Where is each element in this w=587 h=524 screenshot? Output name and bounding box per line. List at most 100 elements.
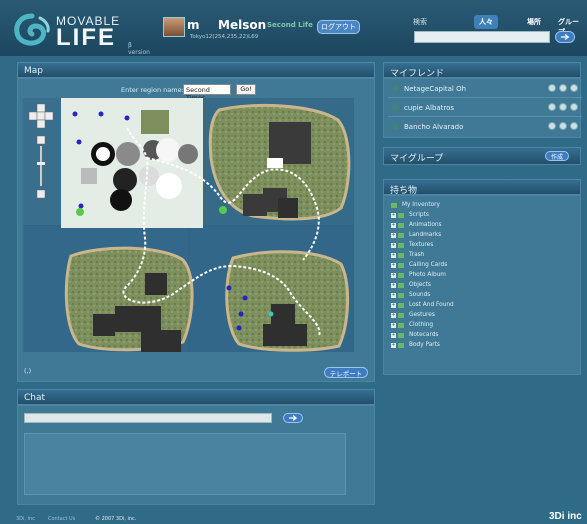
inventory-folder[interactable]: Sounds — [409, 292, 430, 298]
arrow-right-icon — [560, 34, 570, 40]
folder-icon — [398, 273, 404, 278]
inventory-folder[interactable]: Objects — [409, 282, 431, 288]
region-go-button[interactable]: Go! — [236, 84, 256, 95]
user-last-name: Melson — [218, 18, 267, 32]
folder-icon — [398, 333, 404, 338]
expand-icon[interactable]: + — [391, 223, 396, 228]
profile-icon[interactable] — [548, 122, 556, 130]
inventory-folder[interactable]: Body Parts — [409, 342, 440, 348]
folder-icon — [398, 243, 404, 248]
expand-icon[interactable]: + — [391, 313, 396, 318]
chat-log — [24, 433, 346, 495]
folder-icon — [398, 233, 404, 238]
map-title: Map — [24, 66, 43, 76]
expand-icon[interactable]: + — [391, 333, 396, 338]
expand-icon[interactable]: + — [391, 293, 396, 298]
expand-icon[interactable]: + — [391, 283, 396, 288]
folder-icon — [398, 263, 404, 268]
brand-version: β version — [128, 42, 150, 56]
inventory-folder[interactable]: Textures — [409, 242, 433, 248]
map-panel-header: Map — [17, 62, 375, 78]
folder-icon — [398, 253, 404, 258]
map-canvas — [23, 98, 354, 352]
folder-icon — [398, 303, 404, 308]
folder-icon — [398, 223, 404, 228]
movable-life-logo[interactable]: MOVABLE LIFE β version — [12, 10, 152, 56]
logout-button[interactable]: ログアウト — [317, 20, 360, 34]
divider — [388, 97, 582, 98]
friends-panel-header: マイフレンド — [383, 62, 581, 79]
world-map[interactable] — [23, 98, 354, 352]
app-header: MOVABLE LIFE β version m Melson Second L… — [0, 0, 587, 56]
footer-copyright: © 2007 3Di, inc. — [95, 516, 137, 522]
remove-icon[interactable] — [570, 122, 578, 130]
folder-icon — [398, 283, 404, 288]
friend-name: Bancho Alvarado — [404, 123, 464, 131]
map-coordinates: (,) — [24, 367, 32, 375]
search-button[interactable] — [555, 31, 575, 43]
expand-icon[interactable]: + — [391, 273, 396, 278]
inventory-folder[interactable]: Lost And Found — [409, 302, 454, 308]
folder-icon — [398, 323, 404, 328]
second-life-badge: Second Life — [267, 21, 313, 29]
chat-title: Chat — [24, 393, 46, 403]
inventory-folder[interactable]: Photo Album — [409, 272, 446, 278]
inventory-folder[interactable]: Trash — [409, 252, 424, 258]
brand-line2: LIFE — [56, 24, 116, 51]
chat-input[interactable] — [24, 413, 272, 423]
friend-item[interactable]: Bancho Alvarado — [388, 119, 582, 137]
expand-icon[interactable]: + — [391, 343, 396, 348]
profile-icon[interactable] — [548, 103, 556, 111]
teleport-button[interactable]: テレポート — [324, 367, 368, 378]
friend-name: NetageCapital Oh — [404, 85, 467, 93]
folder-icon — [391, 203, 397, 208]
remove-icon[interactable] — [570, 84, 578, 92]
user-location: Tokyo12(254,235,22)L69 — [190, 34, 259, 40]
search-input[interactable] — [414, 31, 550, 43]
swirl-logo-icon — [14, 13, 50, 46]
message-icon[interactable] — [559, 103, 567, 111]
region-name-input[interactable]: Second Times — [183, 84, 231, 102]
inventory-folder[interactable]: Scripts — [409, 212, 429, 218]
inventory-folder[interactable]: Animations — [409, 222, 442, 228]
friend-status-icon — [392, 85, 399, 92]
expand-icon[interactable]: + — [391, 233, 396, 238]
search-label: 検索 — [413, 18, 427, 26]
chat-send-button[interactable] — [283, 413, 303, 423]
friend-status-icon — [392, 123, 399, 130]
expand-icon[interactable]: + — [391, 243, 396, 248]
folder-icon — [398, 313, 404, 318]
footer-company-link[interactable]: 3Di, inc — [16, 516, 35, 522]
search-tab-places[interactable]: 場所 — [522, 15, 546, 29]
footer-contact-link[interactable]: Contact Us — [48, 516, 75, 522]
region-label: Enter region name: — [121, 86, 184, 94]
message-icon[interactable] — [559, 122, 567, 130]
folder-icon — [398, 213, 404, 218]
expand-icon[interactable]: + — [391, 323, 396, 328]
divider — [388, 116, 582, 117]
inventory-folder[interactable]: Calling Cards — [409, 262, 447, 268]
groups-title: マイグループ — [390, 154, 444, 164]
inventory-panel-header: 持ち物 — [383, 179, 581, 196]
friend-status-icon — [392, 104, 399, 111]
expand-icon[interactable]: + — [391, 263, 396, 268]
message-icon[interactable] — [559, 84, 567, 92]
create-group-button[interactable]: 作成 — [545, 151, 569, 161]
chat-panel-header: Chat — [17, 389, 375, 405]
avatar[interactable] — [163, 17, 185, 37]
inventory-folder[interactable]: Gestures — [409, 312, 435, 318]
search-tab-people[interactable]: 人々 — [474, 15, 498, 29]
inventory-folder[interactable]: Landmarks — [409, 232, 441, 238]
expand-icon[interactable]: + — [391, 213, 396, 218]
expand-icon[interactable]: + — [391, 303, 396, 308]
company-logo: 3Di inc — [549, 511, 582, 522]
folder-icon — [398, 343, 404, 348]
inventory-folder[interactable]: Notecards — [409, 332, 438, 338]
inventory-folder[interactable]: Clothing — [409, 322, 433, 328]
expand-icon[interactable]: + — [391, 253, 396, 258]
arrow-right-icon — [289, 415, 298, 421]
profile-icon[interactable] — [548, 84, 556, 92]
friend-name: cupie Albatros — [404, 104, 455, 112]
inventory-root[interactable]: My Inventory — [402, 202, 440, 208]
remove-icon[interactable] — [570, 103, 578, 111]
